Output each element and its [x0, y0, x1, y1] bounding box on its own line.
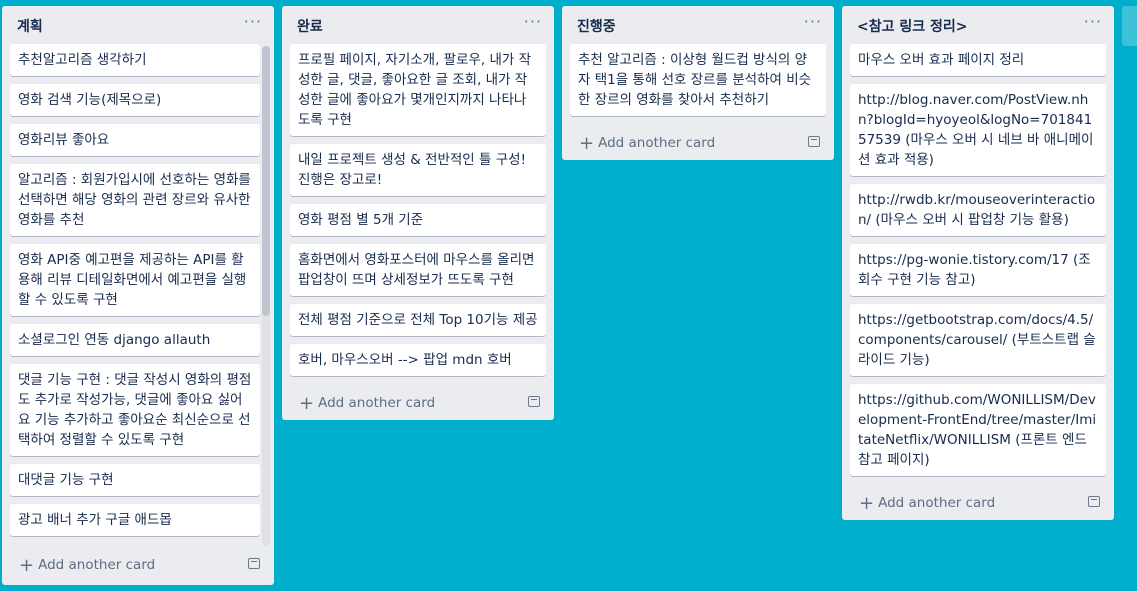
list-title[interactable]: 완료 [297, 16, 323, 36]
plus-icon: + [19, 555, 35, 576]
list-done: 완료 ··· 프로필 페이지, 자기소개, 팔로우, 내가 작성한 글, 댓글,… [282, 6, 554, 420]
card[interactable]: 프로필 페이지, 자기소개, 팔로우, 내가 작성한 글, 댓글, 좋아요한 글… [290, 44, 546, 136]
card[interactable]: 호버, 마우스오버 --> 팝업 mdn 호버 [290, 344, 546, 376]
card-list: 프로필 페이지, 자기소개, 팔로우, 내가 작성한 글, 댓글, 좋아요한 글… [282, 44, 554, 376]
card[interactable]: http://blog.naver.com/PostView.nhn?blogI… [850, 84, 1106, 176]
card-list: 마우스 오버 효과 페이지 정리 http://blog.naver.com/P… [842, 44, 1114, 476]
card-list: 추천 알고리즘 : 이상형 월드컵 방식의 양자 택1을 통해 선호 장르를 분… [562, 44, 834, 116]
card[interactable]: 광고 배너 추가 구글 애드몹 [10, 504, 260, 536]
card[interactable]: 영화리뷰 좋아요 [10, 124, 260, 156]
card[interactable]: 영화 검색 기능(제목으로) [10, 84, 260, 116]
list-header: 완료 ··· [282, 6, 554, 44]
add-card-button[interactable]: + Add another card [299, 393, 435, 414]
card[interactable]: 대댓글 기능 구현 [10, 464, 260, 496]
list-title[interactable]: 진행중 [577, 16, 616, 36]
card[interactable]: 소셜로그인 연동 django allauth [10, 324, 260, 356]
card[interactable]: 영화 API중 예고편을 제공하는 API를 활용해 리뷰 디테일화면에서 예고… [10, 244, 260, 316]
list-title[interactable]: 계획 [17, 16, 43, 36]
card[interactable]: 댓글 기능 구현 : 댓글 작성시 영화의 평점도 추가로 작성가능, 댓글에 … [10, 364, 260, 456]
card[interactable]: 내일 프로젝트 생성 & 전반적인 틀 구성! 진행은 장고로! [290, 144, 546, 196]
card[interactable]: https://github.com/WONILLISM/Development… [850, 384, 1106, 476]
list-header: <참고 링크 정리> ··· [842, 6, 1114, 44]
card[interactable]: https://pg-wonie.tistory.com/17 (조회수 구현 … [850, 244, 1106, 296]
card[interactable]: 마우스 오버 효과 페이지 정리 [850, 44, 1106, 76]
card[interactable]: 알고리즘 : 회원가입시에 선호하는 영화를 선택하면 해당 영화의 관련 장르… [10, 164, 260, 236]
card-template-icon[interactable] [528, 396, 540, 407]
list-footer: + Add another card [2, 546, 274, 582]
list-in-progress: 진행중 ··· 추천 알고리즘 : 이상형 월드컵 방식의 양자 택1을 통해 … [562, 6, 834, 160]
card-template-icon[interactable] [808, 136, 820, 147]
add-list-button[interactable] [1122, 6, 1137, 46]
list-menu-icon[interactable]: ··· [1084, 12, 1102, 31]
plus-icon: + [579, 133, 595, 154]
card[interactable]: 추천알고리즘 생각하기 [10, 44, 260, 76]
add-card-label: Add another card [598, 135, 716, 151]
list-menu-icon[interactable]: ··· [524, 12, 542, 31]
card[interactable]: 영화 평점 별 5개 기준 [290, 204, 546, 236]
card-template-icon[interactable] [248, 558, 260, 569]
add-card-label: Add another card [318, 395, 436, 411]
list-footer: + Add another card [282, 384, 554, 420]
list-menu-icon[interactable]: ··· [244, 12, 262, 31]
card[interactable]: 추천 알고리즘 : 이상형 월드컵 방식의 양자 택1을 통해 선호 장르를 분… [570, 44, 826, 116]
list-title[interactable]: <참고 링크 정리> [857, 16, 968, 36]
card[interactable]: https://getbootstrap.com/docs/4.5/compon… [850, 304, 1106, 376]
list-footer: + Add another card [562, 124, 834, 160]
card-template-icon[interactable] [1088, 496, 1100, 507]
list-plan: 계획 ··· 추천알고리즘 생각하기 영화 검색 기능(제목으로) 영화리뷰 좋… [2, 6, 274, 585]
card[interactable]: 홈화면에서 영화포스터에 마우스를 올리면 팝업창이 뜨며 상세정보가 뜨도록 … [290, 244, 546, 296]
scrollbar[interactable] [262, 46, 270, 546]
card[interactable]: http://rwdb.kr/mouseoverinteraction/ (마우… [850, 184, 1106, 236]
add-card-button[interactable]: + Add another card [579, 133, 715, 154]
plus-icon: + [859, 493, 875, 514]
add-card-label: Add another card [38, 557, 156, 573]
plus-icon: + [299, 393, 315, 414]
add-card-label: Add another card [878, 495, 996, 511]
scrollbar-thumb[interactable] [262, 46, 270, 316]
add-card-button[interactable]: + Add another card [19, 555, 155, 576]
list-menu-icon[interactable]: ··· [804, 12, 822, 31]
card[interactable]: 전체 평점 기준으로 전체 Top 10기능 제공 [290, 304, 546, 336]
list-reference-links: <참고 링크 정리> ··· 마우스 오버 효과 페이지 정리 http://b… [842, 6, 1114, 520]
card-list: 추천알고리즘 생각하기 영화 검색 기능(제목으로) 영화리뷰 좋아요 알고리즘… [2, 44, 274, 546]
list-footer: + Add another card [842, 484, 1114, 520]
list-header: 진행중 ··· [562, 6, 834, 44]
add-card-button[interactable]: + Add another card [859, 493, 995, 514]
list-header: 계획 ··· [2, 6, 274, 44]
